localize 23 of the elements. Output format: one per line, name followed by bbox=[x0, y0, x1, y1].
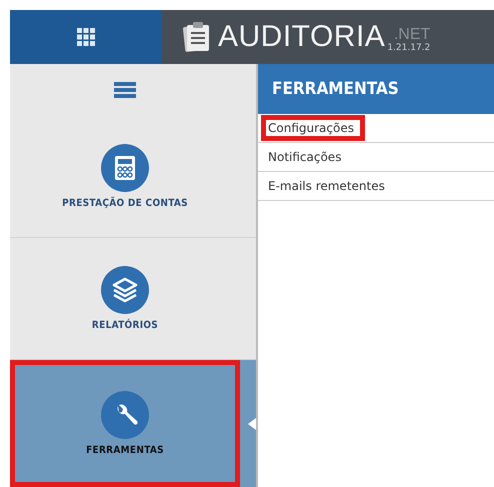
layers-icon bbox=[101, 266, 149, 314]
menu-item[interactable]: E-mails remetentes bbox=[258, 172, 494, 201]
sidebar-label: PRESTAÇÃO DE CONTAS bbox=[62, 198, 188, 209]
sidebar-label: RELATÓRIOS bbox=[92, 320, 158, 331]
menu-item-label: Notificações bbox=[267, 149, 342, 166]
wrench-icon bbox=[101, 391, 149, 439]
logo-suffix: .NET bbox=[394, 27, 430, 43]
sidebar-item[interactable]: PRESTAÇÃO DE CONTAS bbox=[10, 116, 256, 238]
version-label: 1.21.17.2 bbox=[387, 43, 430, 53]
logo-text: AUDITORIA bbox=[218, 20, 386, 54]
menu-item[interactable]: Configurações bbox=[258, 114, 494, 143]
apps-button[interactable] bbox=[10, 10, 162, 64]
sidebar-item[interactable]: FERRAMENTAS bbox=[10, 360, 256, 487]
calculator-icon bbox=[101, 144, 149, 192]
sidebar-label: FERRAMENTAS bbox=[86, 445, 164, 456]
menu-item-label: E-mails remetentes bbox=[267, 178, 386, 195]
clipboard-icon bbox=[182, 21, 212, 53]
grid-icon bbox=[77, 28, 95, 46]
menu-item[interactable]: Notificações bbox=[258, 143, 494, 172]
menu-item-label: Configurações bbox=[261, 115, 365, 141]
pointer-icon bbox=[248, 418, 256, 430]
menu-icon bbox=[114, 82, 136, 98]
panel-title: FERRAMENTAS bbox=[258, 64, 494, 114]
